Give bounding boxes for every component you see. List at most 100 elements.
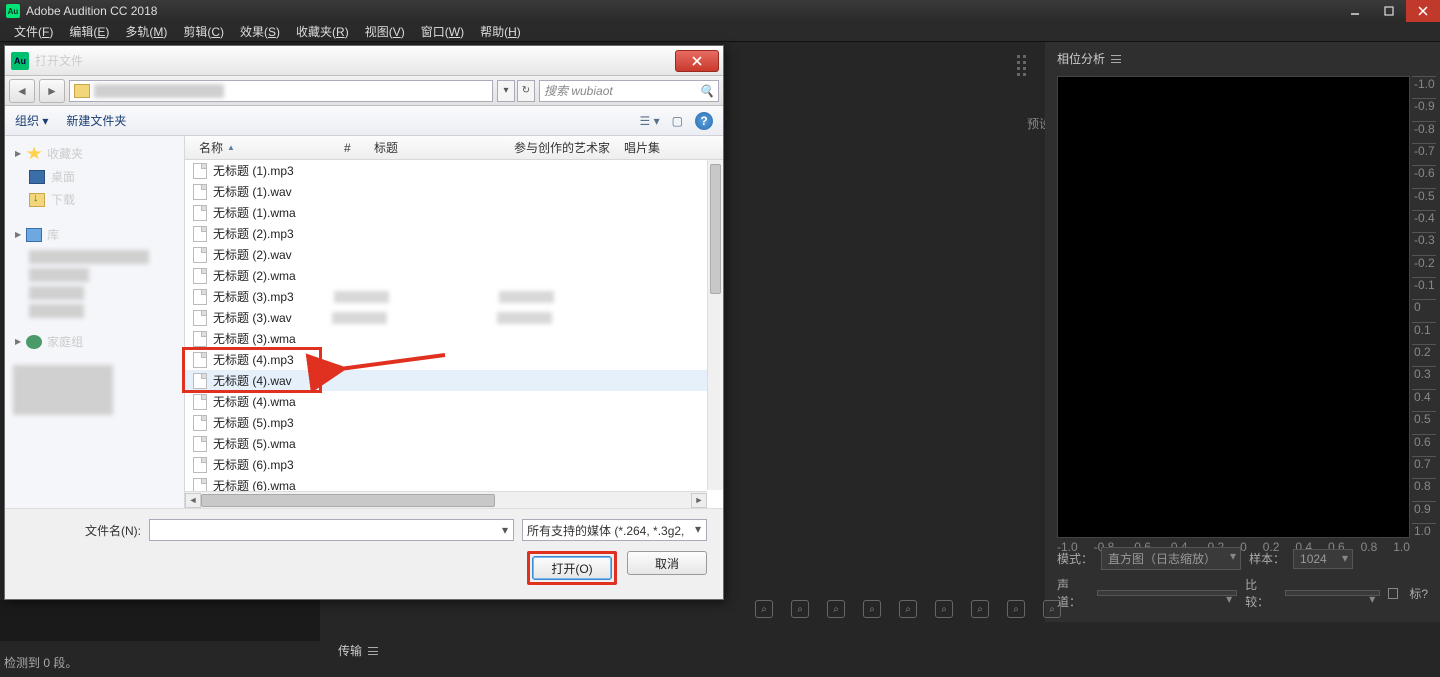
- file-row[interactable]: 无标题 (4).wav: [185, 370, 723, 391]
- file-row[interactable]: 无标题 (2).wma: [185, 265, 723, 286]
- close-button[interactable]: [1406, 0, 1440, 22]
- col-artist[interactable]: 参与创作的艺术家: [508, 139, 618, 156]
- annot-checkbox[interactable]: [1388, 588, 1398, 599]
- zoom-c-icon[interactable]: ⌕: [971, 600, 989, 618]
- menu-e[interactable]: 编辑(E): [63, 21, 115, 42]
- menu-h[interactable]: 帮助(H): [474, 21, 527, 42]
- file-row[interactable]: 无标题 (2).mp3: [185, 223, 723, 244]
- nav-forward-button[interactable]: ►: [39, 79, 65, 103]
- file-row[interactable]: 无标题 (4).mp3: [185, 349, 723, 370]
- file-row[interactable]: 无标题 (3).wma: [185, 328, 723, 349]
- path-blur: [94, 84, 224, 98]
- sidebar-library[interactable]: ▶库: [9, 223, 180, 246]
- file-filter-select[interactable]: 所有支持的媒体 (*.264, *.3g2,: [522, 519, 707, 541]
- menu-m[interactable]: 多轨(M): [119, 21, 173, 42]
- compare-select[interactable]: [1285, 590, 1380, 596]
- sidebar-downloads[interactable]: 下载: [9, 188, 180, 211]
- zoom-toolbar: ⌕ ⌕ ⌕ ⌕ ⌕ ⌕ ⌕ ⌕ ⌕: [755, 600, 1061, 618]
- help-button[interactable]: ?: [695, 112, 713, 130]
- refresh-button[interactable]: ↻: [517, 80, 535, 102]
- file-name: 无标题 (5).wma: [213, 435, 296, 452]
- app-titlebar: Au Adobe Audition CC 2018: [0, 0, 1440, 22]
- file-name: 无标题 (6).mp3: [213, 456, 294, 473]
- menu-w[interactable]: 窗口(W): [415, 21, 470, 42]
- file-list[interactable]: 无标题 (1).mp3无标题 (1).wav无标题 (1).wma 无标题 (2)…: [185, 160, 723, 508]
- file-row[interactable]: 无标题 (4).wma: [185, 391, 723, 412]
- zoom-select-icon[interactable]: ⌕: [863, 600, 881, 618]
- channel-select[interactable]: [1097, 590, 1237, 596]
- zoom-fit-icon[interactable]: ⌕: [827, 600, 845, 618]
- file-row[interactable]: 无标题 (2).wav: [185, 244, 723, 265]
- zoom-d-icon[interactable]: ⌕: [1007, 600, 1025, 618]
- preview-pane-button[interactable]: ▢: [672, 114, 683, 128]
- zoom-a-icon[interactable]: ⌕: [899, 600, 917, 618]
- file-name: 无标题 (2).mp3: [213, 225, 294, 242]
- folder-icon: [74, 84, 90, 98]
- file-row[interactable]: 无标题 (5).mp3: [185, 412, 723, 433]
- sample-select[interactable]: 1024: [1293, 549, 1353, 569]
- filename-label: 文件名(N):: [21, 522, 141, 539]
- phase-panel-title: 相位分析: [1045, 42, 1440, 75]
- vertical-scrollbar[interactable]: [707, 160, 723, 490]
- sidebar-blur: [29, 304, 84, 318]
- new-folder-button[interactable]: 新建文件夹: [66, 112, 126, 129]
- file-row[interactable]: 无标题 (3).wav: [185, 307, 723, 328]
- nav-back-button[interactable]: ◄: [9, 79, 35, 103]
- file-name: 无标题 (4).mp3: [213, 351, 294, 368]
- col-number[interactable]: #: [338, 141, 368, 155]
- zoom-e-icon[interactable]: ⌕: [1043, 600, 1061, 618]
- blur-cell: [497, 312, 552, 324]
- dialog-title: 打开文件: [35, 52, 83, 69]
- cancel-button[interactable]: 取消: [627, 551, 707, 575]
- sidebar-homegroup[interactable]: ▶家庭组: [9, 330, 180, 353]
- panel-menu-icon[interactable]: [1111, 55, 1121, 63]
- horizontal-scrollbar[interactable]: ◄►: [185, 491, 707, 508]
- col-album[interactable]: 唱片集: [618, 139, 723, 156]
- file-name: 无标题 (4).wma: [213, 393, 296, 410]
- filename-input[interactable]: [149, 519, 514, 541]
- blur-cell: [499, 291, 554, 303]
- file-row[interactable]: 无标题 (1).wma: [185, 202, 723, 223]
- open-button[interactable]: 打开(O): [532, 556, 612, 580]
- search-input[interactable]: 搜索 wubiaot 🔍: [539, 80, 719, 102]
- desktop-icon: [29, 170, 45, 184]
- col-name[interactable]: 名称▲: [193, 139, 338, 156]
- file-icon: [193, 394, 207, 410]
- menu-f[interactable]: 文件(F): [8, 21, 59, 42]
- maximize-button[interactable]: [1372, 0, 1406, 22]
- search-icon: 🔍: [699, 84, 714, 98]
- sidebar-favorites[interactable]: ▶收藏夹: [9, 142, 180, 165]
- menu-r[interactable]: 收藏夹(R): [290, 21, 355, 42]
- file-row[interactable]: 无标题 (3).mp3: [185, 286, 723, 307]
- sidebar-desktop[interactable]: 桌面: [9, 165, 180, 188]
- panel-grip-icon[interactable]: [1017, 55, 1031, 95]
- zoom-out-icon[interactable]: ⌕: [791, 600, 809, 618]
- file-icon: [193, 415, 207, 431]
- zoom-in-icon[interactable]: ⌕: [755, 600, 773, 618]
- file-row[interactable]: 无标题 (5).wma: [185, 433, 723, 454]
- mode-select[interactable]: 直方图（日志缩放）: [1101, 547, 1241, 570]
- organize-button[interactable]: 组织 ▾: [15, 112, 48, 129]
- zoom-b-icon[interactable]: ⌕: [935, 600, 953, 618]
- menu-c[interactable]: 剪辑(C): [177, 21, 230, 42]
- file-row[interactable]: 无标题 (6).mp3: [185, 454, 723, 475]
- annot-label: 标?: [1409, 585, 1428, 602]
- path-dropdown-button[interactable]: ▾: [497, 80, 515, 102]
- col-title[interactable]: 标题: [368, 139, 508, 156]
- menu-s[interactable]: 效果(S): [234, 21, 286, 42]
- menu-v[interactable]: 视图(V): [359, 21, 411, 42]
- dialog-close-button[interactable]: [675, 50, 719, 72]
- transport-menu-icon[interactable]: [368, 647, 378, 655]
- file-row[interactable]: 无标题 (1).mp3: [185, 160, 723, 181]
- open-file-dialog: Au 打开文件 ◄ ► ▾ ↻ 搜索 wubiaot 🔍 组织 ▾ 新建文件夹 …: [4, 45, 724, 600]
- dialog-toolbar: 组织 ▾ 新建文件夹 ☰ ▾ ▢ ?: [5, 106, 723, 136]
- view-mode-button[interactable]: ☰ ▾: [640, 114, 660, 128]
- file-name: 无标题 (3).wma: [213, 330, 296, 347]
- mode-label: 模式：: [1057, 550, 1093, 567]
- path-bar[interactable]: [69, 80, 493, 102]
- file-row[interactable]: 无标题 (1).wav: [185, 181, 723, 202]
- file-name: 无标题 (2).wma: [213, 267, 296, 284]
- minimize-button[interactable]: [1338, 0, 1372, 22]
- file-icon: [193, 436, 207, 452]
- blur-cell: [334, 291, 389, 303]
